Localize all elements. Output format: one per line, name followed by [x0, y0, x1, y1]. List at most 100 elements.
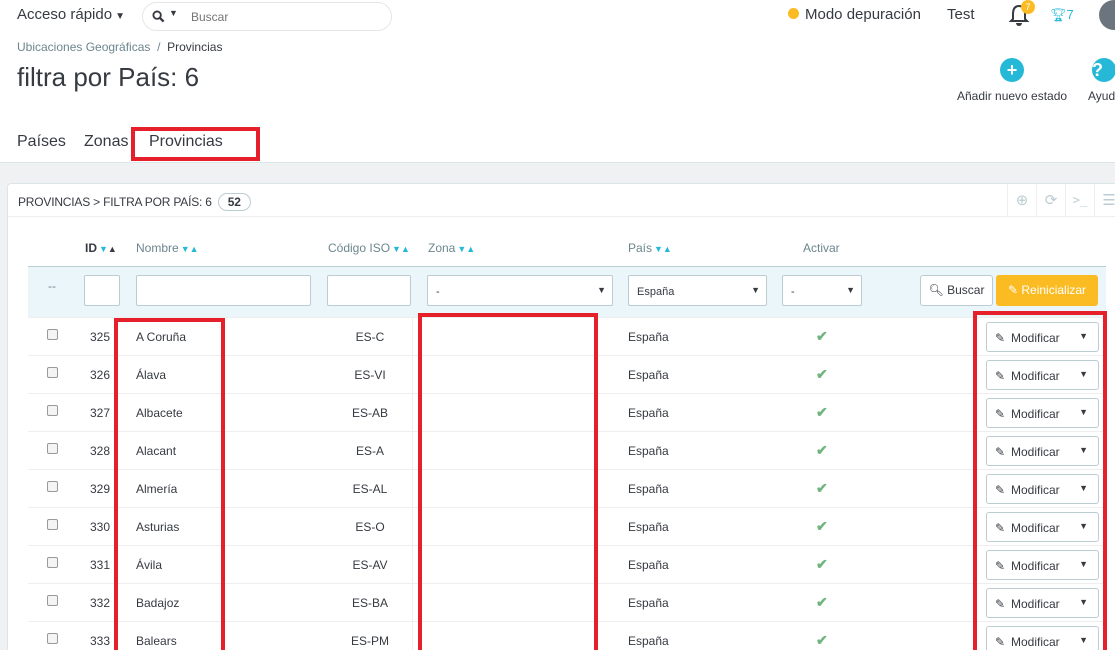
check-icon[interactable]: ✔ [816, 632, 828, 649]
row-iso: ES-AB [351, 406, 388, 420]
check-icon[interactable]: ✔ [816, 480, 828, 497]
cell-separator [412, 432, 413, 470]
row-country: España [628, 444, 669, 458]
filter-active-select[interactable]: - ▼ [782, 275, 862, 306]
filter-zone-select[interactable]: - ▼ [427, 275, 613, 306]
row-country: España [628, 368, 669, 382]
sort-icon[interactable]: ▼▲ [457, 244, 475, 254]
caret-down-icon: ▼ [115, 11, 125, 22]
col-id[interactable]: ID ▼▲ [85, 241, 117, 255]
col-zone[interactable]: Zona ▼▲ [428, 241, 475, 255]
add-icon[interactable]: ⊕ [1007, 184, 1036, 217]
cell-separator [412, 470, 413, 508]
breadcrumb-parent[interactable]: Ubicaciones Geográficas [17, 40, 150, 54]
row-checkbox[interactable] [47, 481, 58, 492]
row-iso: ES-PM [350, 634, 389, 648]
cell-separator [412, 622, 413, 650]
highlight-box-zone [418, 313, 598, 650]
eraser-icon: ✎ [1007, 283, 1019, 297]
filter-country-select[interactable]: España ▼ [628, 275, 767, 306]
col-iso[interactable]: Código ISO ▼▲ [328, 241, 410, 255]
check-icon[interactable]: ✔ [816, 518, 828, 535]
breadcrumb-current: Provincias [167, 40, 223, 54]
caret-down-icon: ▼ [846, 285, 855, 295]
panel-header: PROVINCIAS > FILTRA POR PAÍS: 6 52 ⊕ ⟳ >_… [8, 184, 1115, 217]
reset-button[interactable]: ✎ Reinicializar [996, 275, 1098, 306]
quick-access-menu[interactable]: Acceso rápido ▼ [17, 6, 125, 23]
filter-id-input[interactable] [84, 275, 120, 306]
row-iso: ES-A [355, 444, 384, 458]
row-id: 326 [90, 368, 111, 382]
col-name[interactable]: Nombre ▼▲ [136, 241, 199, 255]
highlight-box-tab [131, 127, 260, 161]
help-button[interactable]: ? Ayuda [1088, 58, 1115, 103]
row-checkbox[interactable] [47, 557, 58, 568]
cell-separator [412, 318, 413, 356]
row-country: España [628, 482, 669, 496]
notification-badge: 7 [1021, 0, 1035, 14]
filter-iso-input[interactable] [327, 275, 411, 306]
count-badge: 52 [217, 193, 251, 211]
row-checkbox[interactable] [47, 443, 58, 454]
row-iso: ES-AV [352, 558, 388, 572]
check-icon[interactable]: ✔ [816, 366, 828, 383]
row-iso: ES-VI [354, 368, 386, 382]
tab-paises[interactable]: Países [17, 133, 66, 151]
row-country: España [628, 634, 669, 648]
avatar[interactable] [1099, 0, 1115, 30]
col-country[interactable]: País ▼▲ [628, 241, 672, 255]
shop-name[interactable]: Test [947, 6, 975, 23]
row-checkbox[interactable] [47, 519, 58, 530]
row-id: 331 [90, 558, 111, 572]
row-id: 325 [90, 330, 111, 344]
sort-icon[interactable]: ▼▲ [181, 244, 199, 254]
row-checkbox[interactable] [47, 633, 58, 644]
caret-down-icon[interactable]: ▼ [169, 8, 178, 18]
check-icon[interactable]: ✔ [816, 328, 828, 345]
sort-icon[interactable]: ▼▲ [654, 244, 672, 254]
cell-separator [412, 584, 413, 622]
row-id: 330 [90, 520, 111, 534]
check-icon[interactable]: ✔ [816, 404, 828, 421]
row-id: 329 [90, 482, 111, 496]
add-new-state-button[interactable]: + Añadir nuevo estado [957, 58, 1067, 103]
check-icon[interactable]: ✔ [816, 442, 828, 459]
sort-icon[interactable]: ▼▲ [392, 244, 410, 254]
sort-icon[interactable]: ▼▲ [99, 244, 117, 254]
caret-down-icon: ▼ [597, 285, 606, 295]
row-checkbox[interactable] [47, 329, 58, 340]
terminal-icon[interactable]: >_ [1065, 184, 1094, 217]
breadcrumb: Ubicaciones Geográficas / Provincias [17, 40, 223, 54]
cell-separator [412, 394, 413, 432]
top-bar: Acceso rápido▼ ▼ Modo depuración Test 7 … [0, 0, 1115, 32]
search-input[interactable] [191, 8, 381, 26]
search-box[interactable]: ▼ [142, 2, 392, 31]
cell-separator [412, 508, 413, 546]
debug-mode-link[interactable]: Modo depuración [788, 6, 921, 23]
row-iso: ES-C [355, 330, 385, 344]
cell-separator [412, 546, 413, 584]
database-icon[interactable]: ☰ [1094, 184, 1115, 217]
row-checkbox[interactable] [47, 595, 58, 606]
search-icon [152, 10, 165, 23]
row-checkbox[interactable] [47, 367, 58, 378]
question-circle-icon: ? [1092, 58, 1115, 82]
refresh-icon[interactable]: ⟳ [1036, 184, 1065, 217]
bug-icon [788, 8, 799, 19]
row-country: España [628, 406, 669, 420]
filter-row: -- - ▼ España ▼ - ▼ 🔍︎ Buscar ✎ Reinicializ… [28, 266, 1106, 317]
panel-title: PROVINCIAS > FILTRA POR PAÍS: 6 52 [18, 193, 251, 211]
search-button[interactable]: 🔍︎ Buscar [920, 275, 993, 306]
highlight-box-name [114, 318, 225, 650]
row-checkbox[interactable] [47, 405, 58, 416]
row-iso: ES-AL [352, 482, 388, 496]
check-icon[interactable]: ✔ [816, 594, 828, 611]
trophy-icon[interactable]: 🏆︎7 [1050, 7, 1074, 23]
row-id: 333 [90, 634, 111, 648]
row-iso: ES-O [355, 520, 385, 534]
tab-zonas[interactable]: Zonas [84, 133, 128, 151]
search-icon: 🔍︎ [928, 283, 944, 297]
filter-name-input[interactable] [136, 275, 311, 306]
col-active: Activar [803, 241, 840, 255]
check-icon[interactable]: ✔ [816, 556, 828, 573]
